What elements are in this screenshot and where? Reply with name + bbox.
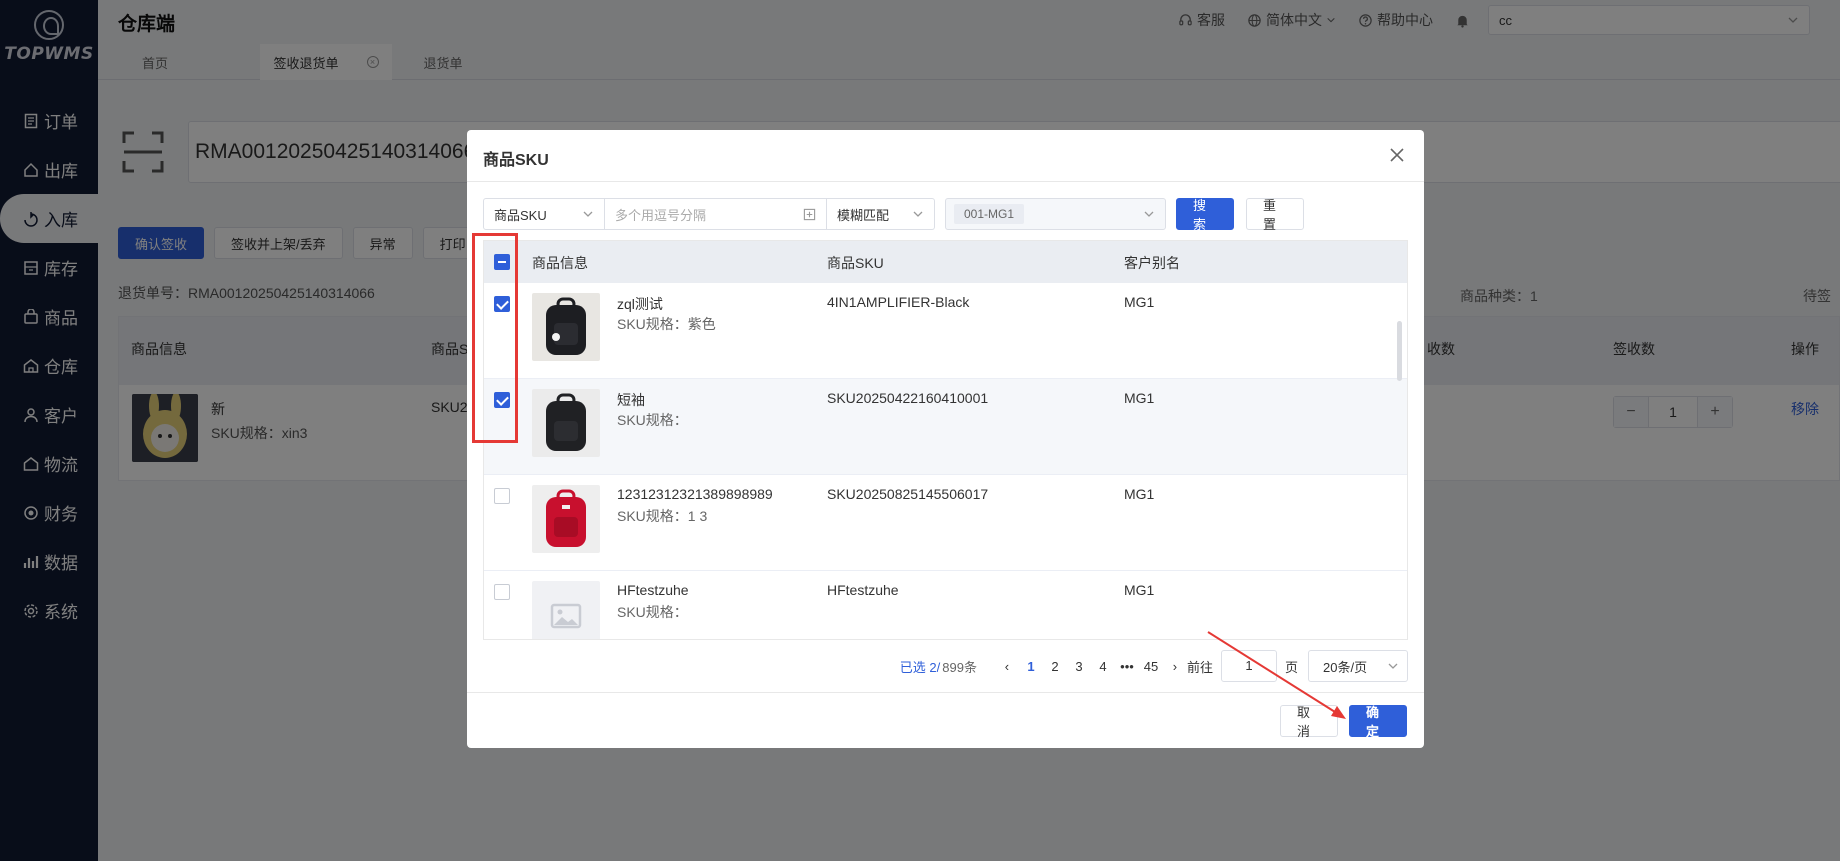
chevron-down-icon — [1144, 211, 1154, 217]
table-header: 商品信息 商品SKU 客户别名 — [484, 241, 1407, 283]
sku-search-input[interactable]: 多个用逗号分隔 — [605, 198, 827, 230]
customer-tag: 001-MG1 — [954, 204, 1025, 224]
product-sku: 4IN1AMPLIFIER-Black — [827, 294, 970, 310]
table-row[interactable]: 短袖 SKU规格： SKU20250422160410001 MG1 — [484, 379, 1407, 475]
page-1[interactable]: 1 — [1019, 659, 1043, 674]
goto-page-input[interactable]: 1 — [1220, 650, 1277, 682]
annotation-highlight-box — [472, 233, 518, 443]
table-scrollbar[interactable] — [1397, 321, 1402, 381]
table-row[interactable]: zql测试 SKU规格：紫色 4IN1AMPLIFIER-Black MG1 — [484, 283, 1407, 379]
product-name: HFtestzuhe — [617, 582, 689, 598]
reset-button[interactable]: 重置 — [1246, 198, 1304, 232]
product-sku: SKU20250422160410001 — [827, 390, 989, 406]
next-page-icon[interactable]: › — [1163, 659, 1187, 674]
table-row[interactable]: HFtestzuhe SKU规格： HFtestzuhe MG1 — [484, 571, 1407, 639]
customer-alias: MG1 — [1124, 294, 1155, 310]
field-select[interactable]: 商品SKU — [483, 198, 605, 230]
total-count: 899条 — [942, 659, 977, 675]
page-size-select[interactable]: 20条/页 — [1308, 650, 1408, 682]
page-4[interactable]: 4 — [1091, 659, 1115, 674]
page-45[interactable]: 45 — [1139, 659, 1163, 674]
modal-title: 商品SKU — [483, 152, 549, 169]
col-customer-alias: 客户别名 — [1124, 255, 1180, 271]
page-unit-label: 页 — [1284, 659, 1298, 675]
selected-count: 已选 2/ — [899, 659, 941, 675]
confirm-button[interactable]: 确定 — [1349, 705, 1407, 739]
product-name: 12312312321389898989 — [617, 486, 773, 502]
col-sku: 商品SKU — [827, 255, 884, 271]
batch-input-icon[interactable] — [803, 208, 816, 221]
image-placeholder-icon — [532, 581, 600, 639]
goto-label: 前往 — [1186, 659, 1213, 675]
more-pages-icon[interactable]: ••• — [1115, 659, 1139, 674]
product-spec: SKU规格： — [617, 604, 688, 620]
customer-alias: MG1 — [1124, 390, 1155, 406]
product-name: 短袖 — [617, 392, 645, 408]
field-select-value: 商品SKU — [494, 207, 547, 223]
sku-modal: 商品SKU 商品SKU 多个用逗号分隔 模糊匹配 001-MG1 搜索 重置 商… — [467, 130, 1424, 748]
sku-search-placeholder: 多个用逗号分隔 — [615, 207, 707, 223]
col-product-info: 商品信息 — [532, 255, 588, 271]
match-mode-value: 模糊匹配 — [837, 207, 890, 223]
row-checkbox[interactable] — [494, 488, 510, 504]
search-button[interactable]: 搜索 — [1176, 198, 1234, 232]
match-mode-select[interactable]: 模糊匹配 — [827, 198, 935, 230]
product-thumbnail — [532, 485, 600, 553]
product-sku: HFtestzuhe — [827, 582, 899, 598]
customer-select[interactable]: 001-MG1 — [945, 198, 1166, 230]
pagination: 已选 2/ 899条 ‹ 1 2 3 4 ••• 45 › 前往 1 页 20条… — [900, 650, 1408, 682]
table-row[interactable]: 12312312321389898989 SKU规格：1 3 SKU202508… — [484, 475, 1407, 571]
product-spec: SKU规格：紫色 — [617, 316, 716, 332]
modal-header: 商品SKU — [467, 130, 1424, 182]
product-name: zql测试 — [617, 296, 663, 312]
product-sku: SKU20250825145506017 — [827, 486, 989, 502]
prev-page-icon[interactable]: ‹ — [995, 659, 1019, 674]
sku-table: 商品信息 商品SKU 客户别名 zql测试 SKU规格：紫色 4IN1AMPLI… — [483, 240, 1408, 640]
product-thumbnail — [532, 293, 600, 361]
page-size-value: 20条/页 — [1323, 659, 1368, 675]
chevron-down-icon — [913, 211, 923, 217]
product-thumbnail — [532, 389, 600, 457]
filter-row: 商品SKU 多个用逗号分隔 模糊匹配 — [483, 198, 935, 230]
modal-footer: 取消 确定 — [467, 692, 1424, 748]
chevron-down-icon — [1388, 663, 1398, 669]
page-2[interactable]: 2 — [1043, 659, 1067, 674]
customer-alias: MG1 — [1124, 486, 1155, 502]
customer-alias: MG1 — [1124, 582, 1155, 598]
chevron-down-icon — [583, 211, 593, 217]
row-checkbox[interactable] — [494, 584, 510, 600]
close-icon[interactable] — [1386, 144, 1408, 166]
product-spec: SKU规格： — [617, 412, 688, 428]
page-3[interactable]: 3 — [1067, 659, 1091, 674]
cancel-button[interactable]: 取消 — [1280, 705, 1338, 739]
product-spec: SKU规格：1 3 — [617, 508, 708, 524]
